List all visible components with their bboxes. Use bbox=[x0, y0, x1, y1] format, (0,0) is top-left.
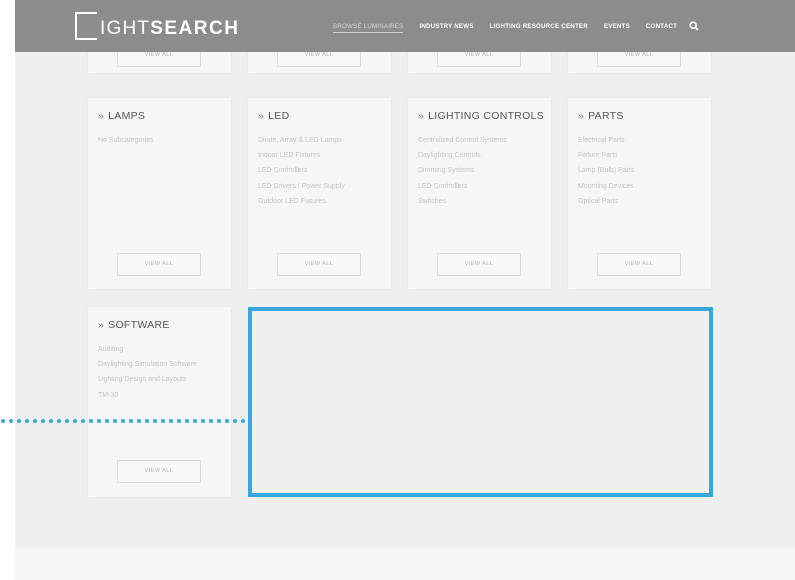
callout-dot bbox=[113, 419, 117, 423]
nav-events[interactable]: EVENTS bbox=[604, 23, 630, 30]
list-item[interactable]: Switches bbox=[418, 194, 507, 209]
callout-dot bbox=[129, 419, 133, 423]
callout-dot bbox=[121, 419, 125, 423]
view-all-button[interactable]: VIEW ALL bbox=[437, 253, 521, 276]
list-item[interactable]: Lamp (Bulb) Parts bbox=[578, 163, 634, 178]
chevron-icon: » bbox=[418, 110, 425, 122]
subcategory-list: Electrical Parts Fixture Parts Lamp (Bul… bbox=[578, 133, 634, 209]
card-title-label: LAMPS bbox=[108, 110, 146, 122]
logo-text-thin: IGHT bbox=[100, 18, 151, 39]
chevron-icon: » bbox=[98, 110, 105, 122]
view-all-button[interactable]: VIEW ALL bbox=[117, 460, 201, 483]
nav-contact[interactable]: CONTACT bbox=[646, 23, 677, 30]
category-card-lighting-controls: » LIGHTING CONTROLS Centralized Control S… bbox=[408, 98, 551, 289]
nav-lighting-resource-center[interactable]: LIGHTING RESOURCE CENTER bbox=[490, 23, 588, 30]
card-title-label: LIGHTING CONTROLS bbox=[428, 110, 545, 122]
category-card-parts: » PARTS Electrical Parts Fixture Parts La… bbox=[568, 98, 711, 289]
category-card-software: » SOFTWARE Auditing Daylighting Simulatio… bbox=[88, 307, 231, 497]
callout-dot bbox=[177, 419, 181, 423]
list-item[interactable]: Auditing bbox=[98, 342, 197, 357]
callout-dot bbox=[25, 419, 29, 423]
list-item: No Subcategories bbox=[98, 137, 154, 144]
list-item[interactable]: Diode, Array & LED Lamps bbox=[258, 133, 345, 148]
search-icon[interactable] bbox=[689, 21, 699, 31]
callout-dot bbox=[161, 419, 165, 423]
callout-dot bbox=[1, 419, 5, 423]
callout-dot bbox=[49, 419, 53, 423]
callout-dot bbox=[97, 419, 101, 423]
callout-dot bbox=[217, 419, 221, 423]
list-item[interactable]: Electrical Parts bbox=[578, 133, 634, 148]
nav-industry-news[interactable]: INDUSTRY NEWS bbox=[419, 23, 473, 30]
logo-l-bracket bbox=[75, 12, 97, 40]
list-item[interactable]: Fixture Parts bbox=[578, 148, 634, 163]
callout-dot bbox=[17, 419, 21, 423]
logo-text: IGHTSEARCH bbox=[100, 18, 239, 40]
view-all-button[interactable]: VIEW ALL bbox=[277, 253, 361, 276]
subcategory-list: Auditing Daylighting Simulation Software… bbox=[98, 342, 197, 403]
callout-dotted-line bbox=[1, 419, 245, 423]
callout-dot bbox=[209, 419, 213, 423]
callout-dot bbox=[153, 419, 157, 423]
callout-dot bbox=[185, 419, 189, 423]
nav-browse-luminaires[interactable]: BROWSE LUMINAIRES bbox=[333, 23, 404, 33]
callout-dot bbox=[33, 419, 37, 423]
card-title-label: PARTS bbox=[588, 110, 624, 122]
view-all-button[interactable]: VIEW ALL bbox=[597, 253, 681, 276]
list-item[interactable]: Lighting Design and Layouts bbox=[98, 372, 197, 387]
callout-dot bbox=[57, 419, 61, 423]
list-item[interactable]: Optical Parts bbox=[578, 194, 634, 209]
callout-dot bbox=[41, 419, 45, 423]
list-item[interactable]: Outdoor LED Fixtures bbox=[258, 194, 345, 209]
card-title[interactable]: » PARTS bbox=[578, 110, 624, 122]
callout-dot bbox=[169, 419, 173, 423]
card-title-label: LED bbox=[268, 110, 290, 122]
list-item[interactable]: LED Drivers / Power Supply bbox=[258, 179, 345, 194]
logo-text-bold: SEARCH bbox=[150, 18, 240, 39]
view-all-button[interactable]: VIEW ALL bbox=[117, 253, 201, 276]
footer-band bbox=[15, 548, 795, 580]
category-card-led: » LED Diode, Array & LED Lamps Indoor LED… bbox=[248, 98, 391, 289]
callout-dot bbox=[81, 419, 85, 423]
list-item[interactable]: Indoor LED Fixtures bbox=[258, 148, 345, 163]
lightsearch-logo[interactable]: IGHTSEARCH bbox=[75, 12, 239, 40]
chevron-icon: » bbox=[578, 110, 585, 122]
callout-dot bbox=[105, 419, 109, 423]
list-item[interactable]: Daylighting Simulation Software bbox=[98, 357, 197, 372]
subcategory-list: No Subcategories bbox=[98, 133, 154, 148]
chevron-icon: » bbox=[98, 319, 105, 331]
list-item[interactable]: LED Controllers bbox=[258, 163, 345, 178]
callout-dot bbox=[137, 419, 141, 423]
callout-dot bbox=[73, 419, 77, 423]
callout-dot bbox=[225, 419, 229, 423]
subcategory-list: Diode, Array & LED Lamps Indoor LED Fixt… bbox=[258, 133, 345, 209]
card-title[interactable]: » LAMPS bbox=[98, 110, 145, 122]
highlight-empty-slot bbox=[248, 307, 713, 497]
list-item[interactable]: Dimming Systems bbox=[418, 163, 507, 178]
subcategory-list: Centralized Control Systems Daylighting … bbox=[418, 133, 507, 209]
callout-dot bbox=[9, 419, 13, 423]
card-title[interactable]: » SOFTWARE bbox=[98, 319, 170, 331]
list-item[interactable]: LED Controllers bbox=[418, 179, 507, 194]
callout-dot bbox=[241, 419, 245, 423]
main-nav: BROWSE LUMINAIRES INDUSTRY NEWS LIGHTING… bbox=[333, 0, 699, 52]
card-title[interactable]: » LIGHTING CONTROLS bbox=[418, 110, 544, 122]
callout-dot bbox=[233, 419, 237, 423]
list-item[interactable]: Centralized Control Systems bbox=[418, 133, 507, 148]
category-card-lamps: » LAMPS No Subcategories VIEW ALL bbox=[88, 98, 231, 289]
callout-dot bbox=[193, 419, 197, 423]
list-item[interactable]: Daylighting Controls bbox=[418, 148, 507, 163]
list-item[interactable]: Mounting Devices bbox=[578, 179, 634, 194]
callout-dot bbox=[65, 419, 69, 423]
callout-dot bbox=[201, 419, 205, 423]
card-title[interactable]: » LED bbox=[258, 110, 289, 122]
chevron-icon: » bbox=[258, 110, 265, 122]
callout-dot bbox=[89, 419, 93, 423]
callout-dot bbox=[145, 419, 149, 423]
list-item[interactable]: TM-30 bbox=[98, 388, 197, 403]
card-title-label: SOFTWARE bbox=[108, 319, 170, 331]
